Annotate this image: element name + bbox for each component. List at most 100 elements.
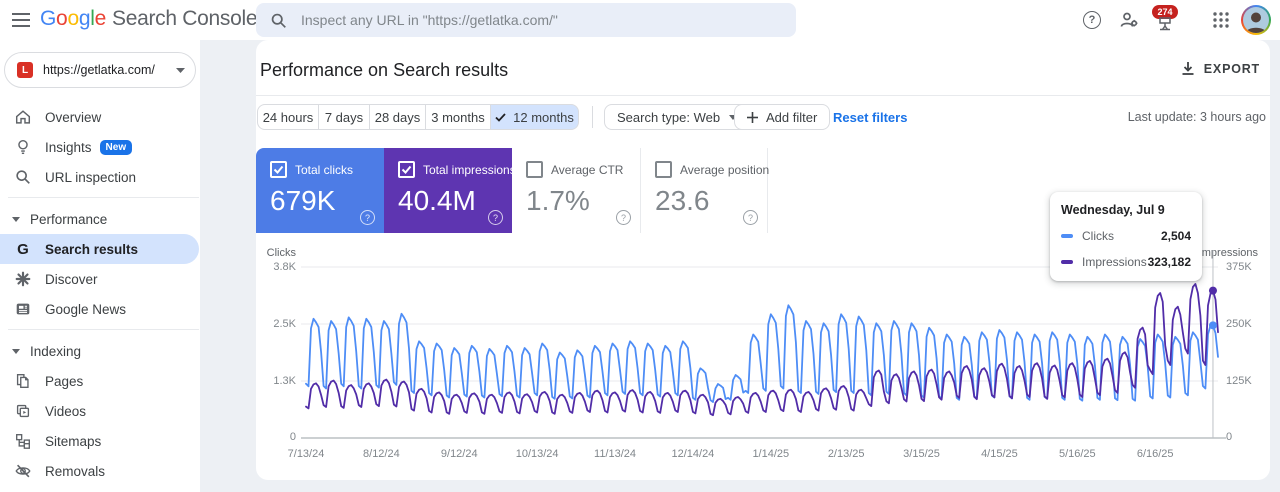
- last-update-text: Last update: 3 hours ago: [1127, 110, 1266, 124]
- chart-tooltip: Wednesday, Jul 9 Clicks 2,504 Impression…: [1050, 192, 1202, 281]
- range-chip-24-hours[interactable]: 24 hours: [257, 104, 319, 130]
- tooltip-row-impressions: Impressions 323,182: [1061, 255, 1191, 269]
- avatar-photo: [1243, 7, 1269, 33]
- sidebar-item-label: Removals: [45, 463, 106, 479]
- help-icon[interactable]: ?: [616, 210, 631, 225]
- check-icon: [495, 112, 506, 122]
- property-selector[interactable]: L https://getlatka.com/: [4, 52, 196, 88]
- range-chip-7-days[interactable]: 7 days: [318, 104, 370, 130]
- property-url: https://getlatka.com/: [43, 63, 155, 77]
- svg-text:6/16/25: 6/16/25: [1137, 448, 1174, 460]
- logo-letter: g: [78, 7, 91, 30]
- metric-label: Average position: [680, 162, 770, 177]
- discover-asterisk-icon: [14, 270, 32, 288]
- help-button[interactable]: ?: [1082, 10, 1102, 30]
- tooltip-label: Clicks: [1082, 229, 1114, 243]
- hamburger-menu-button[interactable]: [10, 10, 32, 30]
- checkbox-checked-icon[interactable]: [398, 161, 415, 178]
- range-chip-28-days[interactable]: 28 days: [369, 104, 426, 130]
- sidebar-item-label: URL inspection: [45, 169, 137, 185]
- url-inspect-input[interactable]: [299, 11, 782, 29]
- billboard-icon: [1156, 17, 1174, 31]
- checkbox-unchecked-icon[interactable]: [526, 161, 543, 178]
- range-chip-label: 12 months: [513, 109, 574, 125]
- chevron-down-icon: [176, 67, 185, 73]
- account-avatar[interactable]: [1241, 5, 1271, 35]
- sidebar-item-removals[interactable]: Removals: [0, 456, 199, 486]
- reset-filters-link[interactable]: Reset filters: [833, 104, 907, 130]
- sidebar-item-videos[interactable]: Videos: [0, 396, 199, 426]
- checkbox-checked-icon[interactable]: [270, 161, 287, 178]
- header-divider: [256, 95, 1270, 96]
- sidebar-divider: [8, 197, 199, 198]
- svg-text:4/15/25: 4/15/25: [981, 448, 1018, 460]
- tooltip-label: Impressions: [1082, 255, 1147, 269]
- sidebar-item-discover[interactable]: Discover: [0, 264, 199, 294]
- sidebar-item-insights[interactable]: Insights New: [0, 132, 199, 162]
- news-icon: [14, 300, 32, 318]
- metric-card-total-clicks[interactable]: Total clicks 679K ?: [256, 148, 384, 233]
- logo-product-name: Search Console: [111, 7, 258, 30]
- notifications-button[interactable]: 274: [1150, 2, 1180, 34]
- page-title: Performance on Search results: [260, 60, 509, 80]
- metric-card-average-position[interactable]: Average position 23.6 ?: [640, 148, 770, 233]
- section-label: Indexing: [30, 343, 82, 359]
- sidebar-item-label: Discover: [45, 271, 98, 287]
- search-type-label: Search type: Web: [617, 109, 721, 125]
- tooltip-date: Wednesday, Jul 9: [1061, 203, 1165, 217]
- sidebar-item-pages[interactable]: Pages: [0, 366, 199, 396]
- sidebar-item-overview[interactable]: Overview: [0, 102, 199, 132]
- tooltip-value: 2,504: [1160, 229, 1191, 243]
- help-icon[interactable]: ?: [488, 210, 503, 225]
- help-icon[interactable]: ?: [743, 210, 758, 225]
- home-icon: [14, 108, 32, 126]
- sidebar-item-sitemaps[interactable]: Sitemaps: [0, 426, 199, 456]
- sidebar-item-google-news[interactable]: Google News: [0, 294, 199, 324]
- sidebar-divider: [8, 329, 199, 330]
- apps-grid-icon: [1212, 11, 1230, 29]
- search-type-dropdown[interactable]: Search type: Web: [604, 104, 751, 130]
- metric-label: Total impressions: [423, 162, 516, 177]
- lightbulb-icon: [14, 138, 32, 156]
- svg-text:10/13/24: 10/13/24: [516, 448, 559, 460]
- sidebar-item-label: Sitemaps: [45, 433, 102, 449]
- plus-icon: [747, 111, 758, 123]
- logo-letter: o: [56, 7, 68, 30]
- range-chip-12-months-selected[interactable]: 12 months: [490, 104, 579, 130]
- svg-text:2/13/25: 2/13/25: [828, 448, 865, 460]
- sidebar-item-url-inspection[interactable]: URL inspection: [0, 162, 199, 192]
- google-apps-button[interactable]: [1210, 9, 1232, 31]
- date-range-segmented-control: 24 hours 7 days 28 days 3 months 12 mont…: [257, 104, 579, 130]
- user-settings-button[interactable]: [1118, 9, 1140, 31]
- sidebar-item-label: Google News: [45, 301, 127, 317]
- sidebar-item-label: Pages: [45, 373, 84, 389]
- chevron-down-icon: [12, 348, 20, 354]
- tooltip-value: 323,182: [1147, 255, 1191, 269]
- chevron-down-icon: [12, 216, 20, 222]
- export-button[interactable]: EXPORT: [1175, 60, 1266, 77]
- magnifier-icon: [14, 168, 32, 186]
- metric-card-average-ctr[interactable]: Average CTR 1.7% ?: [512, 148, 640, 233]
- export-label: EXPORT: [1203, 61, 1260, 76]
- svg-text:5/16/25: 5/16/25: [1059, 448, 1096, 460]
- pages-icon: [14, 372, 32, 390]
- sidebar-item-label: Overview: [45, 109, 102, 125]
- svg-text:12/14/24: 12/14/24: [671, 448, 714, 460]
- download-icon: [1181, 61, 1195, 76]
- sidebar-section-performance[interactable]: Performance: [0, 204, 199, 234]
- svg-text:3/15/25: 3/15/25: [903, 448, 940, 460]
- sidebar-item-search-results[interactable]: G Search results: [0, 234, 199, 264]
- range-chip-3-months[interactable]: 3 months: [425, 104, 491, 130]
- logo-letter: e: [94, 7, 107, 30]
- sitemaps-icon: [14, 432, 32, 450]
- user-settings-icon: [1119, 10, 1139, 30]
- google-g-icon: G: [17, 240, 29, 258]
- url-inspection-searchbar[interactable]: [256, 3, 796, 37]
- help-icon[interactable]: ?: [360, 210, 375, 225]
- metric-label: Total clicks: [295, 162, 354, 177]
- checkbox-unchecked-icon[interactable]: [655, 161, 672, 178]
- logo-letter: o: [67, 7, 79, 30]
- sidebar-section-indexing[interactable]: Indexing: [0, 336, 199, 366]
- metric-card-total-impressions[interactable]: Total impressions 40.4M ?: [384, 148, 516, 233]
- add-filter-button[interactable]: Add filter: [734, 104, 831, 130]
